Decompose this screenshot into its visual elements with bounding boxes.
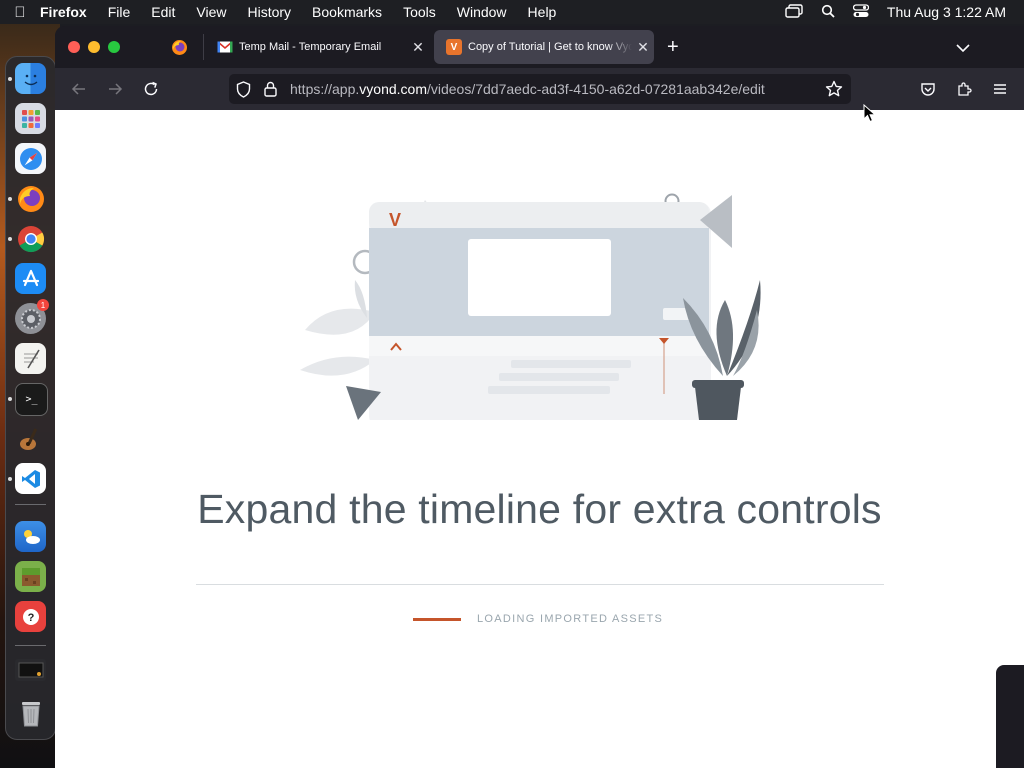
forward-button[interactable]	[104, 78, 126, 100]
control-center-icon[interactable]	[852, 3, 870, 21]
firefox-view-icon[interactable]	[171, 39, 188, 61]
tips-icon[interactable]: ?	[15, 601, 46, 632]
tab-bar: Temp Mail - Temporary Email ✕ V Copy of …	[55, 26, 1024, 68]
bookmark-star-icon[interactable]	[825, 80, 843, 103]
vyond-icon: V	[446, 39, 462, 55]
mail-icon	[217, 39, 233, 55]
menubar-clock[interactable]: Thu Aug 3 1:22 AM	[887, 4, 1006, 20]
vyond-loading-page: V Expand the timeline for extra controls…	[55, 110, 1024, 768]
vscode-icon[interactable]	[15, 463, 46, 494]
tab-vyond-tutorial[interactable]: V Copy of Tutorial | Get to know Vyond ✕	[434, 30, 654, 64]
dock-separator	[15, 645, 46, 646]
tab-title: Temp Mail - Temporary Email	[239, 41, 382, 53]
mouse-cursor-icon	[863, 104, 877, 123]
garageband-icon[interactable]	[15, 423, 46, 454]
dock: 1 >_ ?	[5, 56, 56, 740]
menu-window[interactable]: Window	[457, 4, 507, 20]
tab-separator	[203, 34, 204, 60]
firefox-window: Temp Mail - Temporary Email ✕ V Copy of …	[55, 26, 1024, 768]
minimize-window-button[interactable]	[88, 41, 100, 53]
menu-tools[interactable]: Tools	[403, 4, 436, 20]
menu-history[interactable]: History	[247, 4, 291, 20]
settings-badge: 1	[37, 299, 49, 311]
menu-edit[interactable]: Edit	[151, 4, 175, 20]
screen-mirroring-icon[interactable]	[785, 3, 803, 21]
editor-illustration: V	[300, 193, 761, 420]
finder-icon[interactable]	[15, 63, 46, 94]
running-indicator	[8, 237, 12, 241]
menubar:  Firefox File Edit View History Bookmar…	[0, 0, 1024, 24]
navigation-toolbar: https://app.vyond.com/videos/7dd7aedc-ad…	[55, 68, 1024, 110]
back-button[interactable]	[68, 78, 90, 100]
apple-menu-icon[interactable]: 	[0, 4, 40, 21]
zoom-window-button[interactable]	[108, 41, 120, 53]
menu-view[interactable]: View	[196, 4, 226, 20]
menu-bookmarks[interactable]: Bookmarks	[312, 4, 382, 20]
menu-hamburger-icon[interactable]	[989, 78, 1011, 100]
running-indicator	[8, 197, 12, 201]
svg-text:?: ?	[27, 612, 34, 624]
list-all-tabs-icon[interactable]	[956, 40, 970, 58]
textedit-icon[interactable]	[15, 343, 46, 374]
safari-icon[interactable]	[15, 143, 46, 174]
new-tab-button[interactable]: +	[667, 37, 679, 57]
trash-icon[interactable]	[15, 697, 46, 728]
url-path: /videos/7dd7aedc-ad3f-4150-a62d-07281aab…	[426, 81, 765, 97]
address-bar[interactable]: https://app.vyond.com/videos/7dd7aedc-ad…	[229, 74, 851, 104]
close-tab-icon[interactable]: ✕	[632, 39, 654, 56]
secure-lock-icon[interactable]	[264, 81, 277, 102]
tab-title: Copy of Tutorial | Get to know Vyond	[468, 41, 632, 53]
weather-icon[interactable]	[15, 521, 46, 552]
pocket-icon[interactable]	[917, 78, 939, 100]
dock-separator	[15, 504, 46, 505]
menu-file[interactable]: File	[108, 4, 131, 20]
menu-help[interactable]: Help	[528, 4, 557, 20]
side-panel-edge	[996, 665, 1024, 768]
page-headline: Expand the timeline for extra controls	[197, 486, 882, 532]
vyond-logo-icon: V	[389, 210, 401, 230]
screen-thumbnail-icon[interactable]	[15, 659, 46, 681]
spotlight-search-icon[interactable]	[821, 4, 835, 21]
url-text[interactable]: https://app.vyond.com/videos/7dd7aedc-ad…	[290, 81, 765, 97]
menu-app-name[interactable]: Firefox	[40, 4, 87, 20]
url-domain: vyond.com	[359, 81, 427, 97]
extensions-icon[interactable]	[953, 78, 975, 100]
reload-button[interactable]	[140, 78, 162, 100]
tab-temp-mail[interactable]: Temp Mail - Temporary Email ✕	[205, 30, 429, 64]
tracking-protection-shield-icon[interactable]	[236, 81, 251, 103]
divider	[196, 584, 884, 585]
terminal-icon[interactable]: >_	[15, 383, 48, 416]
running-indicator	[8, 477, 12, 481]
close-tab-icon[interactable]: ✕	[407, 39, 429, 56]
firefox-icon[interactable]	[15, 183, 46, 214]
running-indicator	[8, 397, 12, 401]
launchpad-icon[interactable]	[15, 103, 46, 134]
loading-progress-bar	[413, 618, 461, 621]
minecraft-icon[interactable]	[15, 561, 46, 592]
chrome-icon[interactable]	[15, 223, 46, 254]
loading-status-label: LOADING IMPORTED ASSETS	[477, 613, 664, 625]
app-store-icon[interactable]	[15, 263, 46, 294]
url-prefix: https://app.	[290, 81, 360, 97]
close-window-button[interactable]	[68, 41, 80, 53]
running-indicator	[8, 77, 12, 81]
